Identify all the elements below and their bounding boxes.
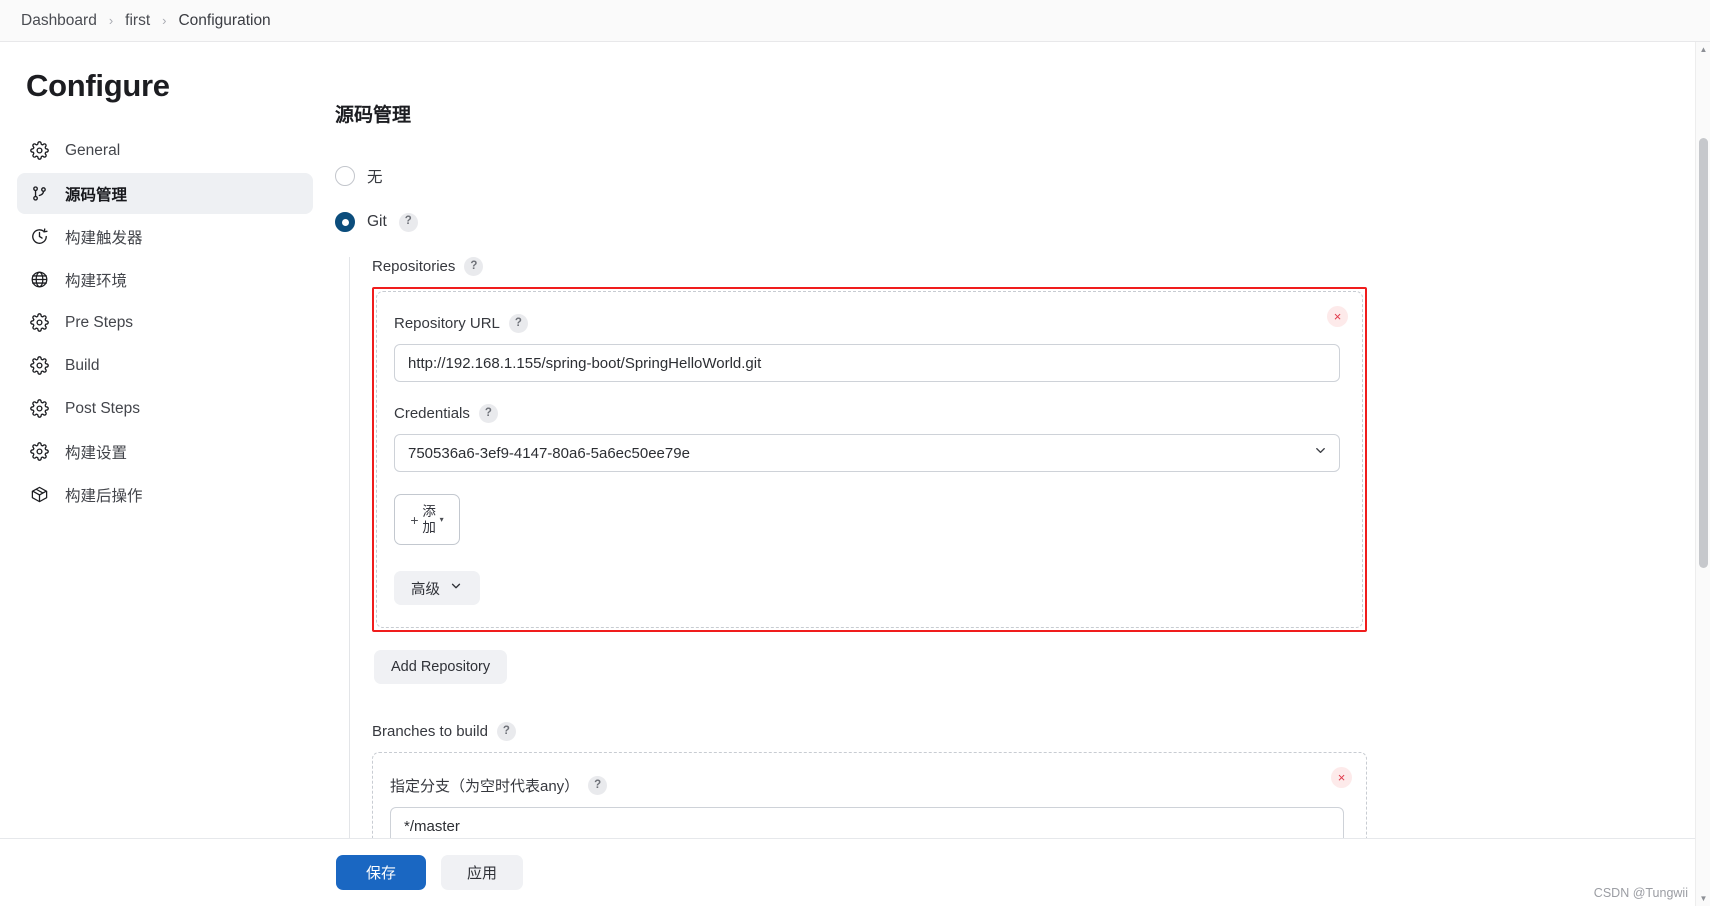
help-icon-branch-spec[interactable]: ? — [588, 776, 608, 795]
save-button[interactable]: 保存 — [336, 855, 427, 890]
help-icon-repository-url[interactable]: ? — [508, 314, 528, 333]
scm-option-none[interactable]: 无 — [335, 165, 1710, 187]
sidebar-item-label: Build — [65, 356, 100, 374]
package-icon — [29, 484, 50, 505]
annotation-rectangle-repository: × Repository URL ? Credentials — [372, 287, 1367, 632]
gear-icon — [29, 398, 50, 419]
sidebar-item-label: 构建后操作 — [65, 487, 143, 505]
sidebar-item-label: 构建设置 — [65, 444, 128, 462]
repository-url-label: Repository URL — [394, 315, 500, 332]
apply-button[interactable]: 应用 — [441, 855, 524, 890]
advanced-button[interactable]: 高级 — [394, 571, 480, 605]
app-window: Dashboard › first › Configuration Config… — [0, 0, 1710, 906]
sidebar-item-general[interactable]: General — [17, 130, 313, 171]
sidebar-item-label: Pre Steps — [65, 313, 134, 331]
repositories-label: Repositories — [372, 258, 456, 275]
gear-icon — [29, 355, 50, 376]
plus-icon: + — [410, 511, 419, 528]
radio-git-label: Git — [367, 213, 387, 230]
action-bar: 保存 应用 — [0, 838, 1710, 906]
credentials-select[interactable]: 750536a6-3ef9-4147-80a6-5a6ec50ee79e — [394, 434, 1340, 472]
help-icon-git[interactable]: ? — [398, 212, 418, 232]
breadcrumb-item-dashboard[interactable]: Dashboard — [13, 9, 105, 33]
caret-down-icon: ▾ — [439, 514, 444, 524]
breadcrumb: Dashboard › first › Configuration — [0, 0, 1710, 42]
credentials-select-wrap: 750536a6-3ef9-4147-80a6-5a6ec50ee79e — [394, 434, 1340, 472]
sidebar-item-label: 构建环境 — [65, 272, 128, 290]
sidebar-item-pre-steps[interactable]: Pre Steps — [17, 302, 313, 343]
sidebar-item-build[interactable]: Build — [17, 345, 313, 386]
git-config-block: Repositories ? × Repository URL ? http:/… — [349, 257, 1710, 868]
chevron-down-icon — [449, 579, 463, 597]
add-credentials-label: 添加 — [422, 504, 436, 535]
credentials-label: Credentials — [394, 405, 470, 422]
add-repository-label: Add Repository — [391, 659, 491, 675]
credentials-label-row: Credentials ? — [394, 404, 1340, 423]
breadcrumb-separator-icon: › — [108, 13, 114, 28]
add-repository-button[interactable]: Add Repository — [374, 650, 508, 684]
delete-repository-button[interactable]: × — [1327, 306, 1348, 327]
watermark: CSDN @Tungwii — [1593, 886, 1688, 900]
scm-option-git[interactable]: Git ? — [335, 212, 1710, 232]
repository-entry: × Repository URL ? Credentials — [376, 291, 1363, 628]
repository-url-group: Repository URL ? — [394, 314, 1340, 382]
sidebar-item-build-environment[interactable]: 构建环境 — [17, 259, 313, 300]
sidebar-item-label: Post Steps — [65, 399, 140, 417]
advanced-label: 高级 — [411, 581, 440, 598]
help-icon-repositories[interactable]: ? — [464, 257, 484, 276]
delete-branch-button[interactable]: × — [1331, 767, 1352, 788]
repository-url-label-row: Repository URL ? — [394, 314, 1340, 333]
radio-none-label: 无 — [367, 169, 383, 186]
page-title: Configure — [26, 68, 170, 103]
branch-spec-label: 指定分支（为空时代表any） — [390, 778, 580, 795]
help-icon-credentials[interactable]: ? — [478, 404, 498, 423]
sidebar: Configure General 源码管理 构建触发器 构建环境 Pre St… — [0, 42, 330, 906]
gear-icon — [29, 140, 50, 161]
git-branch-icon — [29, 183, 50, 204]
advanced-row: 高级 — [394, 571, 1340, 605]
branches-to-build-label: Branches to build — [372, 723, 488, 740]
gear-icon — [29, 441, 50, 462]
credentials-group: Credentials ? 750536a6-3ef9-4147-80a6-5a… — [394, 404, 1340, 472]
scrollbar-thumb[interactable] — [1699, 138, 1708, 568]
branch-spec-label-row: 指定分支（为空时代表any） ? — [390, 775, 1344, 796]
add-credentials-button[interactable]: + 添加 ▾ — [394, 494, 460, 545]
sidebar-item-label: General — [65, 141, 121, 159]
add-repository-row: Add Repository — [374, 650, 1710, 684]
help-icon-branches[interactable]: ? — [496, 722, 516, 741]
sidebar-nav: General 源码管理 构建触发器 构建环境 Pre Steps Build … — [0, 130, 330, 515]
gear-icon — [29, 312, 50, 333]
globe-icon — [29, 269, 50, 290]
clock-icon — [29, 226, 50, 247]
vertical-scrollbar[interactable]: ▲ ▼ — [1695, 42, 1710, 906]
sidebar-item-label: 构建触发器 — [65, 229, 143, 247]
sidebar-item-post-build-actions[interactable]: 构建后操作 — [17, 474, 313, 515]
sidebar-item-build-settings[interactable]: 构建设置 — [17, 431, 313, 472]
breadcrumb-item-configuration[interactable]: Configuration — [170, 9, 278, 33]
repositories-label-row: Repositories ? — [372, 257, 1710, 276]
branches-to-build-label-row: Branches to build ? — [372, 722, 1710, 741]
repository-url-input[interactable] — [394, 344, 1340, 382]
sidebar-item-build-triggers[interactable]: 构建触发器 — [17, 216, 313, 257]
breadcrumb-item-first[interactable]: first — [117, 9, 158, 33]
sidebar-item-label: 源码管理 — [65, 186, 128, 204]
page-body: Configure General 源码管理 构建触发器 构建环境 Pre St… — [0, 42, 1710, 906]
scroll-up-arrow-icon[interactable]: ▲ — [1696, 42, 1710, 57]
sidebar-item-post-steps[interactable]: Post Steps — [17, 388, 313, 429]
radio-none[interactable] — [335, 166, 355, 186]
sidebar-item-source-code-management[interactable]: 源码管理 — [17, 173, 313, 214]
radio-git[interactable] — [335, 212, 355, 232]
scroll-down-arrow-icon[interactable]: ▼ — [1696, 891, 1710, 906]
main-content: 源码管理 无 Git ? Repositories ? × Repository… — [330, 42, 1710, 906]
breadcrumb-separator-icon: › — [162, 13, 167, 28]
section-title: 源码管理 — [335, 105, 412, 126]
